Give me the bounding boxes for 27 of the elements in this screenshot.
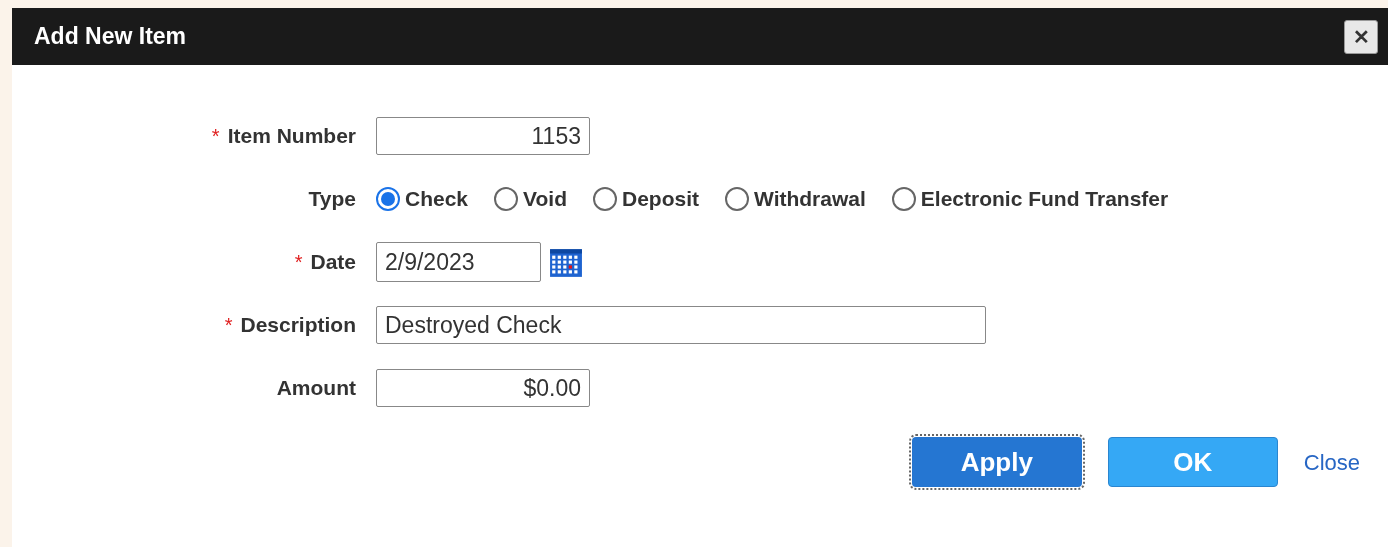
calendar-icon[interactable] — [549, 246, 583, 278]
apply-button[interactable]: Apply — [911, 437, 1082, 487]
field-label: Item Number — [227, 123, 356, 150]
required-mark: * — [224, 313, 233, 338]
radio-button[interactable] — [725, 187, 749, 211]
close-link[interactable]: Close — [1303, 445, 1360, 479]
close-button[interactable]: ✕ — [1344, 19, 1378, 54]
radio-option[interactable]: Check — [376, 183, 469, 215]
field-label: Description — [240, 312, 356, 339]
number-field[interactable]: $0.00 — [376, 369, 590, 407]
required-mark: * — [294, 250, 303, 275]
radio-button[interactable] — [891, 187, 916, 211]
radio-option[interactable]: Deposit — [593, 183, 699, 215]
field-label: Type — [308, 186, 356, 213]
radio-button[interactable] — [593, 187, 617, 211]
required-mark: * — [211, 124, 220, 149]
number-field[interactable]: 1153 — [376, 117, 590, 155]
date-field[interactable]: 2/9/2023 — [376, 242, 541, 282]
radio-option[interactable]: Withdrawal — [725, 183, 866, 215]
field-label: Amount — [276, 375, 356, 402]
text-field[interactable]: Destroyed Check — [376, 306, 986, 344]
radio-button[interactable] — [376, 187, 400, 211]
field-label: Date — [310, 249, 356, 276]
radio-option[interactable]: Void — [494, 183, 567, 215]
dialog-title: Add New Item — [34, 22, 187, 52]
radio-option[interactable]: Electronic Fund Transfer — [891, 183, 1169, 215]
radio-button[interactable] — [494, 187, 519, 211]
